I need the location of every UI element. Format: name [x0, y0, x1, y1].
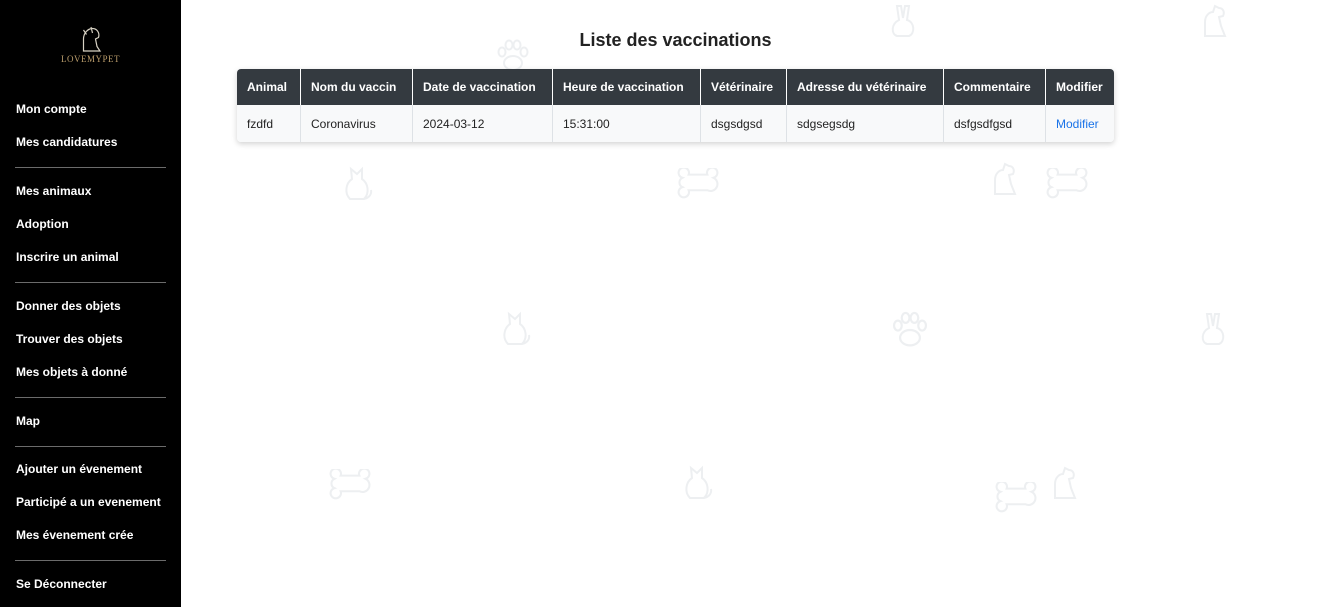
dog-icon — [1195, 0, 1235, 40]
cell-comment: dsfgsdfgsd — [943, 105, 1046, 142]
nav-map[interactable]: Map — [16, 414, 40, 428]
table-row: fzdfd Coronavirus 2024-03-12 15:31:00 ds… — [237, 105, 1114, 142]
table-header-row: Animal Nom du vaccin Date de vaccination… — [237, 69, 1114, 105]
nav-participe-evenement[interactable]: Participé a un evenement — [16, 495, 161, 509]
nav-divider — [15, 167, 166, 168]
nav-mes-evenements[interactable]: Mes évenement crée — [16, 528, 133, 542]
col-header-vet-address: Adresse du vétérinaire — [786, 69, 944, 105]
cell-time: 15:31:00 — [552, 105, 701, 142]
nav-mes-animaux[interactable]: Mes animaux — [16, 184, 91, 198]
rabbit-icon — [885, 0, 925, 40]
page-title: Liste des vaccinations — [579, 30, 772, 50]
dog-icon — [1045, 460, 1085, 504]
nav-mes-objets[interactable]: Mes objets à donné — [16, 365, 127, 379]
cat-icon — [678, 460, 718, 504]
col-header-vaccine: Nom du vaccin — [300, 69, 413, 105]
nav-inscrire-animal[interactable]: Inscrire un animal — [16, 250, 119, 264]
edit-link[interactable]: Modifier — [1056, 117, 1099, 131]
col-header-comment: Commentaire — [943, 69, 1046, 105]
cell-date: 2024-03-12 — [412, 105, 553, 142]
nav-mes-candidatures[interactable]: Mes candidatures — [16, 135, 117, 149]
cell-vet: dsgsdgsd — [700, 105, 787, 142]
sidebar: LOVEMYPET Mon compte Mes candidatures Me… — [0, 0, 181, 607]
nav-donner-objets[interactable]: Donner des objets — [16, 299, 121, 313]
cell-animal: fzdfd — [237, 105, 301, 142]
cell-edit: Modifier — [1045, 105, 1114, 142]
vaccinations-table: Animal Nom du vaccin Date de vaccination… — [237, 69, 1114, 142]
nav-ajouter-evenement[interactable]: Ajouter un évenement — [16, 462, 142, 476]
col-header-date: Date de vaccination — [412, 69, 553, 105]
bone-icon — [324, 469, 376, 501]
bone-icon — [990, 482, 1042, 514]
nav-divider — [15, 397, 166, 398]
cat-icon — [496, 308, 536, 348]
col-header-time: Heure de vaccination — [552, 69, 701, 105]
col-header-vet: Vétérinaire — [700, 69, 787, 105]
brand-logo[interactable]: LOVEMYPET — [0, 24, 181, 74]
col-header-edit: Modifier — [1045, 69, 1114, 105]
brand-name: LOVEMYPET — [61, 54, 120, 64]
nav-divider — [15, 282, 166, 283]
cat-icon — [338, 163, 378, 203]
rabbit-icon — [1195, 308, 1235, 348]
dog-logo-icon — [82, 26, 101, 52]
dog-icon — [985, 158, 1025, 198]
bone-icon — [1041, 168, 1093, 200]
paw-icon — [885, 308, 935, 352]
nav-deconnecter[interactable]: Se Déconnecter — [16, 577, 107, 591]
nav-divider — [15, 560, 166, 561]
col-header-animal: Animal — [237, 69, 301, 105]
nav-adoption[interactable]: Adoption — [16, 217, 69, 231]
nav-trouver-objets[interactable]: Trouver des objets — [16, 332, 123, 346]
bone-icon — [672, 168, 724, 200]
nav-divider — [15, 446, 166, 447]
cell-vaccine: Coronavirus — [300, 105, 413, 142]
cell-vet-address: sdgsegsdg — [786, 105, 944, 142]
nav-mon-compte[interactable]: Mon compte — [16, 102, 87, 116]
